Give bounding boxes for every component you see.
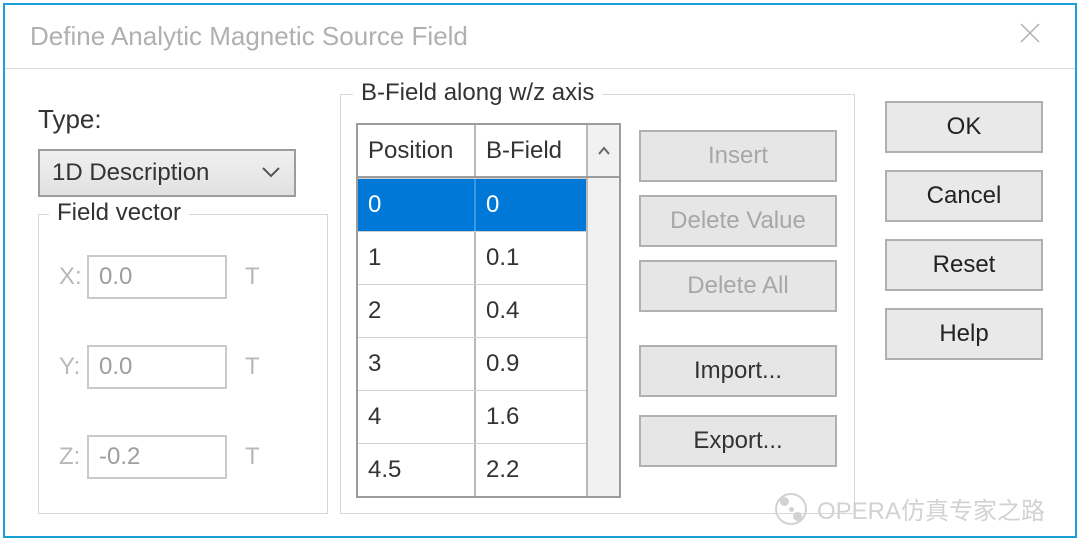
table-body: 0 0 1 0.1 2 0.4 3 — [358, 178, 619, 496]
watermark-text: OPERA仿真专家之路 — [817, 491, 1045, 526]
delete-value-button[interactable]: Delete Value — [639, 195, 837, 247]
scrollbar-track[interactable] — [586, 178, 619, 496]
cell-bfield: 2.2 — [476, 444, 586, 496]
cell-position: 3 — [358, 338, 476, 390]
field-vector-legend: Field vector — [49, 199, 189, 227]
scroll-up-icon[interactable] — [586, 125, 619, 176]
table-row[interactable]: 2 0.4 — [358, 284, 619, 337]
type-label: Type: — [38, 104, 102, 135]
y-label: Y: — [39, 353, 87, 381]
watermark: OPERA仿真专家之路 — [775, 491, 1045, 526]
table-row[interactable]: 4.5 2.2 — [358, 443, 619, 496]
dialog-window: Define Analytic Magnetic Source Field Ty… — [3, 3, 1077, 538]
cell-bfield: 0 — [476, 179, 586, 231]
x-label: X: — [39, 263, 87, 291]
table-row[interactable]: 4 1.6 — [358, 390, 619, 443]
dialog-buttons: OK Cancel Reset Help — [885, 101, 1043, 377]
table-row[interactable]: 0 0 — [358, 178, 619, 231]
table-row[interactable]: 1 0.1 — [358, 231, 619, 284]
help-button[interactable]: Help — [885, 308, 1043, 360]
bfield-group: B-Field along w/z axis Position B-Field … — [340, 94, 855, 514]
wechat-icon — [775, 493, 807, 525]
cell-position: 1 — [358, 232, 476, 284]
cell-bfield: 0.1 — [476, 232, 586, 284]
bfield-table[interactable]: Position B-Field 0 0 1 0.1 — [356, 123, 621, 498]
x-input[interactable]: 0.0 — [87, 255, 227, 299]
field-vector-row-y: Y: 0.0 T — [39, 345, 327, 389]
cell-position: 4.5 — [358, 444, 476, 496]
x-unit: T — [227, 263, 260, 291]
table-header: Position B-Field — [358, 125, 619, 178]
table-row[interactable]: 3 0.9 — [358, 337, 619, 390]
insert-button[interactable]: Insert — [639, 130, 837, 182]
bfield-legend: B-Field along w/z axis — [353, 79, 602, 107]
import-button[interactable]: Import... — [639, 345, 837, 397]
field-vector-group: Field vector X: 0.0 T Y: 0.0 T Z: -0.2 T — [38, 214, 328, 514]
delete-all-button[interactable]: Delete All — [639, 260, 837, 312]
cancel-button[interactable]: Cancel — [885, 170, 1043, 222]
field-vector-row-z: Z: -0.2 T — [39, 435, 327, 479]
title-bar: Define Analytic Magnetic Source Field — [5, 5, 1075, 69]
cell-bfield: 0.9 — [476, 338, 586, 390]
cell-position: 2 — [358, 285, 476, 337]
type-dropdown[interactable]: 1D Description — [38, 149, 296, 197]
y-input[interactable]: 0.0 — [87, 345, 227, 389]
ok-button[interactable]: OK — [885, 101, 1043, 153]
z-label: Z: — [39, 443, 87, 471]
cell-bfield: 1.6 — [476, 391, 586, 443]
export-button[interactable]: Export... — [639, 415, 837, 467]
reset-button[interactable]: Reset — [885, 239, 1043, 291]
dialog-content: Type: 1D Description Field vector X: 0.0… — [5, 69, 1075, 536]
header-position[interactable]: Position — [358, 125, 476, 176]
field-vector-row-x: X: 0.0 T — [39, 255, 327, 299]
cell-position: 0 — [358, 179, 476, 231]
z-input[interactable]: -0.2 — [87, 435, 227, 479]
y-unit: T — [227, 353, 260, 381]
cell-bfield: 0.4 — [476, 285, 586, 337]
close-icon[interactable] — [1011, 17, 1049, 55]
cell-position: 4 — [358, 391, 476, 443]
header-bfield[interactable]: B-Field — [476, 125, 586, 176]
z-unit: T — [227, 443, 260, 471]
chevron-down-icon — [260, 161, 282, 190]
type-selected-value: 1D Description — [52, 159, 209, 187]
window-title: Define Analytic Magnetic Source Field — [30, 21, 468, 52]
